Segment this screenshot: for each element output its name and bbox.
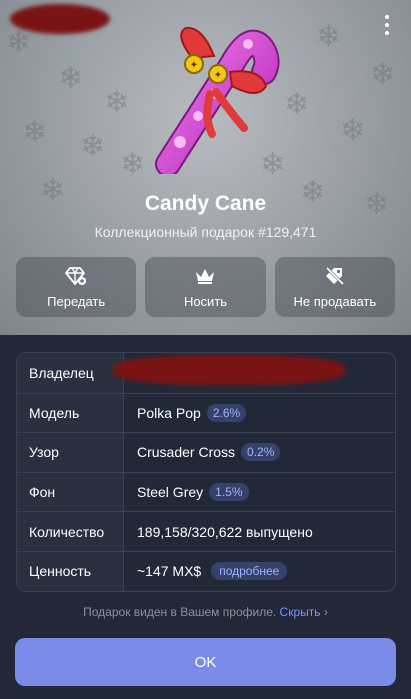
redacted-area <box>113 355 345 385</box>
background-row: Фон Steel Grey 1.5% <box>17 471 395 512</box>
candy-cane-icon: ✦ ✦ <box>155 26 280 174</box>
not-for-sale-button[interactable]: Не продавать <box>274 257 395 317</box>
snowflake-icon: ❄ <box>80 129 106 164</box>
visibility-note: Подарок виден в Вашем профиле. Скрыть › <box>0 605 411 619</box>
snowflake-icon: ❄ <box>284 87 310 122</box>
menu-dot <box>385 15 389 19</box>
owner-label: Владелец <box>17 353 124 393</box>
menu-dot <box>385 31 389 35</box>
model-row: Модель Polka Pop 2.6% <box>17 392 395 433</box>
gift-title: Candy Cane <box>144 192 267 215</box>
quantity-label: Количество <box>17 512 124 551</box>
redacted-area <box>10 4 110 34</box>
model-value: Polka Pop <box>137 404 201 421</box>
owner-row: Владелец <box>17 353 395 393</box>
transfer-label: Передать <box>47 294 106 309</box>
wear-button[interactable]: Носить <box>145 257 266 317</box>
snowflake-icon: ❄ <box>340 113 366 148</box>
visibility-note-text: Подарок виден в Вашем профиле. <box>83 605 277 619</box>
snowflake-icon: ❄ <box>370 57 396 92</box>
pattern-rarity-badge: 0.2% <box>241 443 281 462</box>
model-rarity-badge: 2.6% <box>206 403 247 422</box>
pattern-value: Crusader Cross <box>137 444 236 461</box>
menu-dot <box>385 23 389 27</box>
wear-label: Носить <box>183 294 228 309</box>
value-amount: ~147 MX$ <box>137 563 202 580</box>
svg-text:✦: ✦ <box>190 60 198 71</box>
gift-hero: ❄ ❄ ❄ ❄ ❄ ❄ ❄ ❄ ❄ ❄ ❄ ❄ ❄ ❄ ✦ ✦ Candy Ca… <box>0 0 411 335</box>
snowflake-icon: ❄ <box>104 85 130 120</box>
quantity-value: 189,158/320,622 выпущено <box>137 523 313 540</box>
background-value: Steel Grey <box>137 484 204 501</box>
background-label: Фон <box>17 472 124 512</box>
hide-link[interactable]: Скрыть › <box>280 605 328 619</box>
snowflake-icon: ❄ <box>316 19 342 54</box>
background-rarity-badge: 1.5% <box>209 483 249 502</box>
action-bar: Передать Носить Не продавать <box>16 257 395 317</box>
more-menu-button[interactable] <box>377 12 397 38</box>
snowflake-icon: ❄ <box>22 115 48 150</box>
transfer-button[interactable]: Передать <box>16 257 137 317</box>
chevron-right-icon: › <box>323 605 328 619</box>
ok-button[interactable]: OK <box>15 638 396 686</box>
hide-link-label: Скрыть <box>279 605 321 619</box>
pattern-label: Узор <box>17 433 124 472</box>
snowflake-icon: ❄ <box>58 61 84 96</box>
svg-text:✦: ✦ <box>214 70 222 81</box>
more-info-button[interactable]: подробнее <box>211 562 288 581</box>
no-sale-tag-icon <box>323 265 347 287</box>
gift-details-table: Владелец Модель Polka Pop 2.6% Узор Crus… <box>16 352 396 592</box>
not-for-sale-label: Не продавать <box>293 294 377 309</box>
snowflake-icon: ❄ <box>6 25 32 60</box>
value-row: Ценность ~147 MX$ подробнее <box>17 550 395 591</box>
model-label: Модель <box>17 393 124 433</box>
transfer-gem-icon <box>64 265 88 287</box>
gift-subtitle: Коллекционный подарок #129,471 <box>94 224 317 240</box>
crown-icon <box>193 265 217 287</box>
pattern-row: Узор Crusader Cross 0.2% <box>17 432 395 472</box>
quantity-row: Количество 189,158/320,622 выпущено <box>17 511 395 551</box>
value-label: Ценность <box>17 551 124 591</box>
